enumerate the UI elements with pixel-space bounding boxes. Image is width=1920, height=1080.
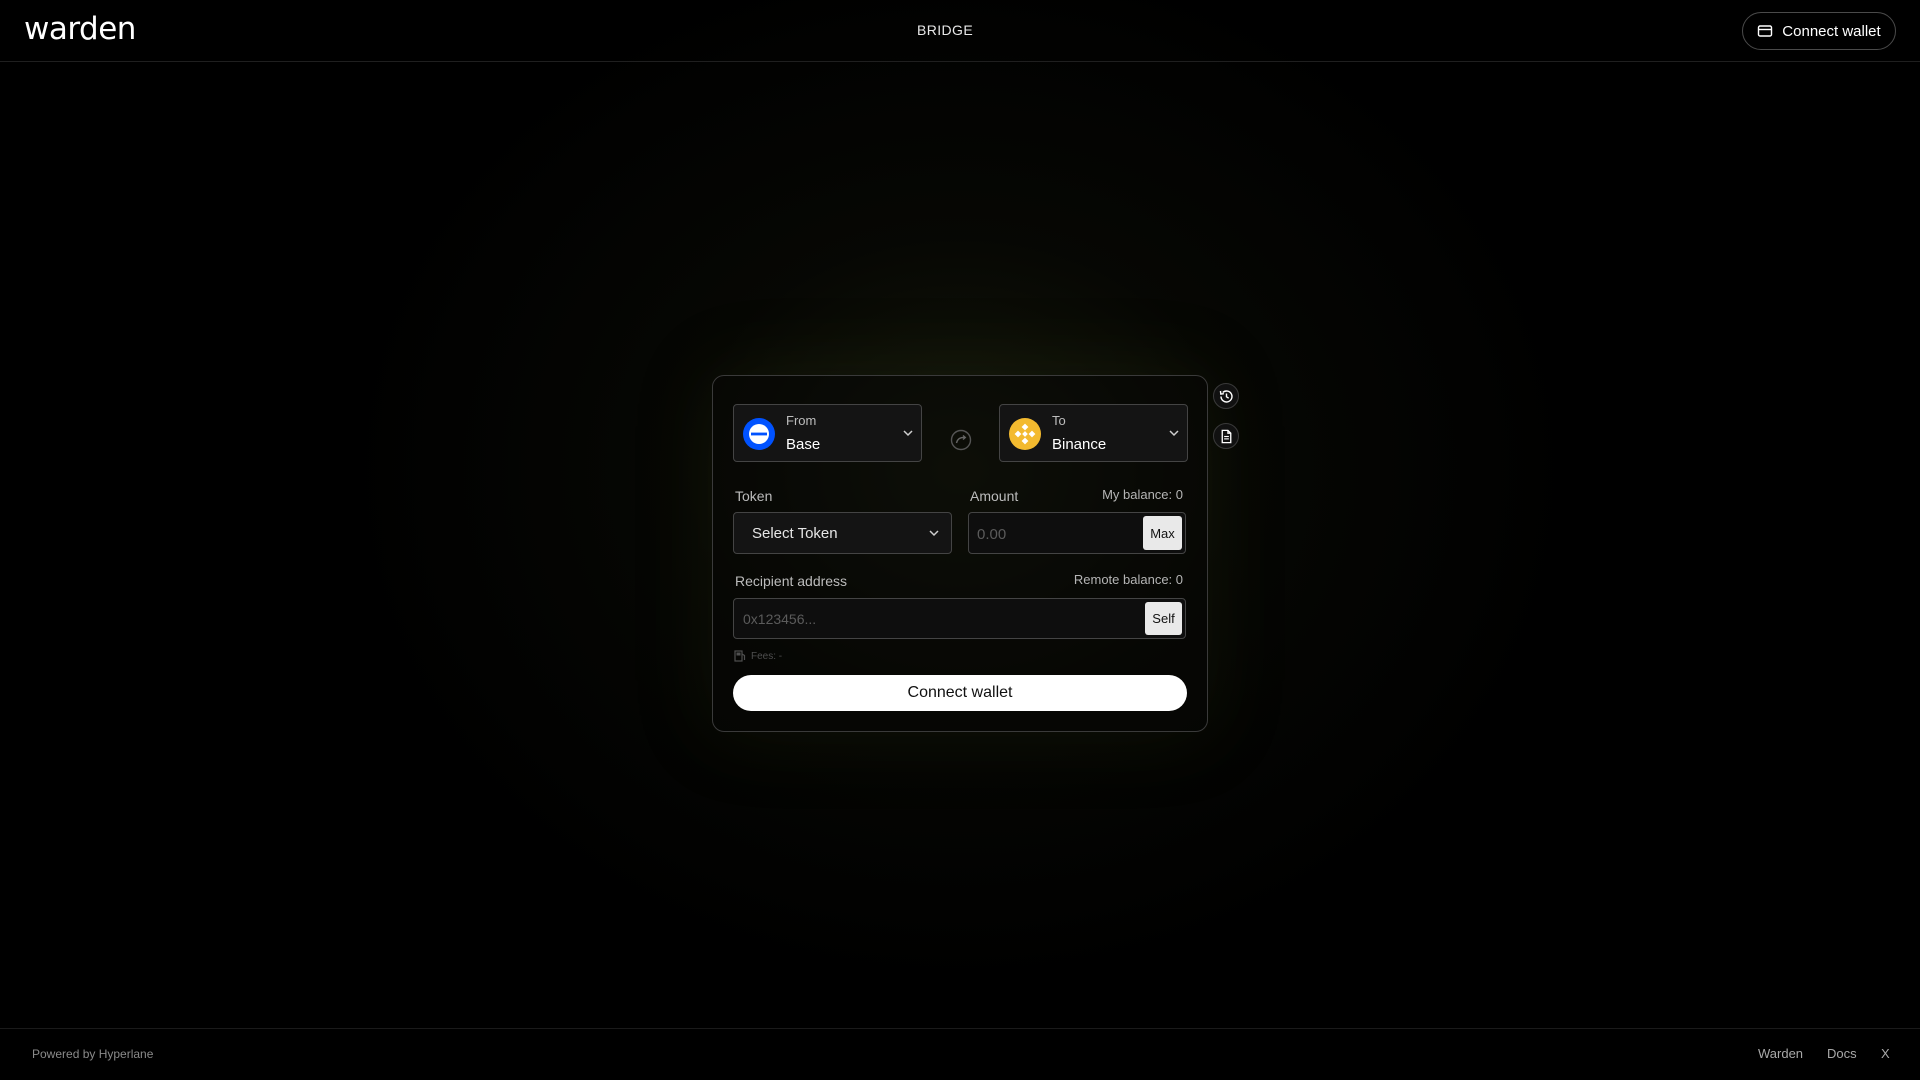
from-chain-name: Base — [786, 436, 821, 453]
token-select-placeholder: Select Token — [752, 525, 838, 542]
footer-link-warden[interactable]: Warden — [1758, 1046, 1803, 1061]
recipient-field: Self — [733, 598, 1186, 639]
footer-link-x[interactable]: X — [1881, 1046, 1890, 1061]
base-chain-icon — [743, 418, 775, 450]
from-caption: From — [786, 413, 817, 428]
from-chain-select[interactable]: From Base — [733, 404, 922, 462]
footer-link-docs[interactable]: Docs — [1827, 1046, 1857, 1061]
binance-chain-icon — [1009, 418, 1041, 450]
my-balance: My balance: 0 — [1102, 487, 1183, 502]
wallet-icon — [1757, 23, 1773, 39]
chevron-down-icon — [929, 530, 939, 537]
chevron-down-icon — [903, 430, 913, 437]
max-button[interactable]: Max — [1143, 516, 1182, 550]
recipient-label: Recipient address — [735, 573, 848, 589]
nav-bridge[interactable]: BRIDGE — [917, 22, 973, 38]
header-connect-wallet-label: Connect wallet — [1782, 22, 1881, 40]
document-icon — [1221, 429, 1231, 443]
amount-label: Amount — [970, 488, 1019, 504]
fees-text: Fees: - — [751, 650, 783, 662]
bridge-card: From Base To Binance Token Amount My bal… — [712, 375, 1208, 732]
history-icon — [1219, 389, 1233, 403]
warden-logo[interactable]: warden — [24, 11, 136, 47]
remote-balance: Remote balance: 0 — [1073, 572, 1183, 587]
header-connect-wallet-button[interactable]: Connect wallet — [1742, 12, 1896, 50]
swap-icon — [950, 429, 972, 451]
token-select[interactable]: Select Token — [733, 512, 952, 554]
recipient-input[interactable] — [743, 608, 1123, 630]
powered-by[interactable]: Powered by Hyperlane — [32, 1047, 153, 1061]
to-chain-select[interactable]: To Binance — [999, 404, 1188, 462]
docs-button[interactable] — [1213, 423, 1239, 449]
token-label: Token — [735, 488, 773, 504]
to-chain-name: Binance — [1052, 436, 1107, 453]
footer: Powered by Hyperlane Warden Docs X — [0, 1028, 1920, 1080]
fuel-icon — [734, 650, 746, 662]
top-bar: warden BRIDGE Connect wallet — [0, 0, 1920, 62]
amount-field: Max — [968, 512, 1186, 554]
fees-row: Fees: - — [733, 649, 782, 663]
connect-wallet-button[interactable]: Connect wallet — [733, 675, 1187, 711]
self-button[interactable]: Self — [1145, 602, 1182, 635]
amount-input[interactable] — [977, 522, 1137, 546]
history-button[interactable] — [1213, 383, 1239, 409]
to-caption: To — [1052, 413, 1066, 428]
swap-chains-button[interactable] — [950, 429, 972, 451]
chevron-down-icon — [1169, 430, 1179, 437]
